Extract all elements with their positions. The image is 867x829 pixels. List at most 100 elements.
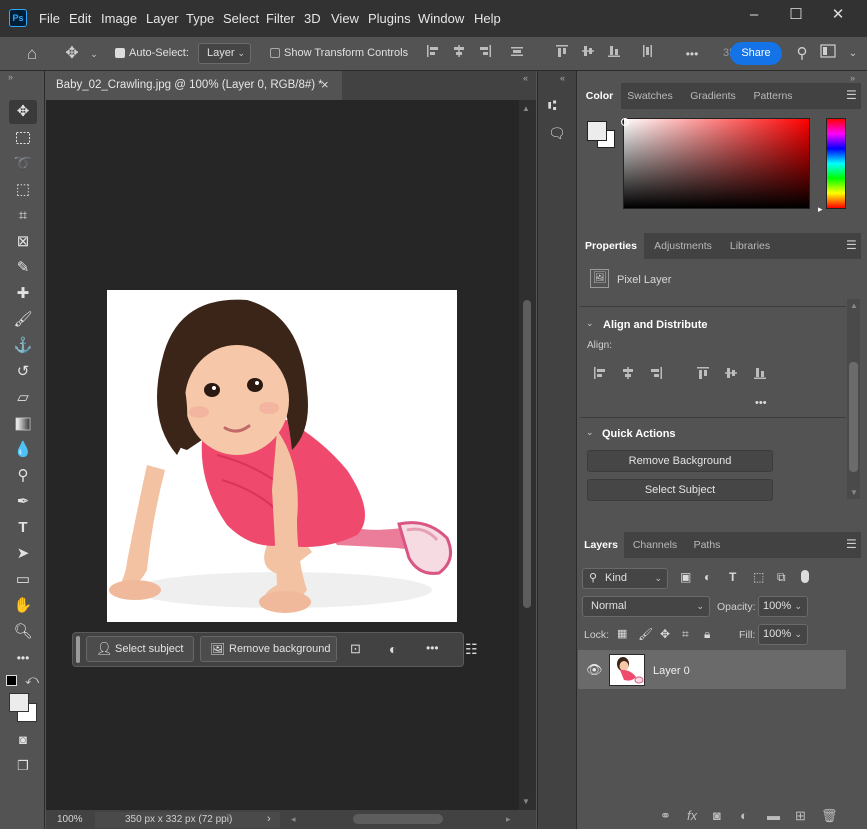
expand-panels-icon[interactable]: « [560, 73, 565, 83]
prop-align-top-icon[interactable] [696, 366, 710, 380]
menu-3d[interactable]: 3D [304, 11, 321, 26]
select-subject-quick-action-button[interactable]: Select Subject [587, 479, 773, 501]
hue-slider-handle-icon[interactable]: ▸ [818, 204, 823, 215]
more-align-options-icon[interactable]: ••• [755, 397, 767, 409]
marquee-tool-icon[interactable] [9, 126, 37, 150]
history-brush-tool-icon[interactable]: ↺ [9, 360, 37, 384]
link-layers-icon[interactable]: ⚭ [660, 808, 671, 824]
move-tool-icon[interactable]: ✥ [9, 100, 37, 124]
filter-toggle-switch[interactable] [801, 570, 809, 583]
document-tab[interactable]: Baby_02_Crawling.jpg @ 100% (Layer 0, RG… [46, 71, 342, 100]
more-actions-icon[interactable]: ••• [426, 641, 439, 655]
clone-stamp-tool-icon[interactable]: ⚓ [9, 334, 37, 358]
menu-help[interactable]: Help [474, 11, 501, 26]
scroll-right-icon[interactable]: ▸ [506, 814, 511, 825]
document-image[interactable] [107, 290, 457, 622]
distribute-horizontal-icon[interactable] [640, 44, 656, 64]
filter-type-icon[interactable]: T [729, 570, 736, 584]
type-tool-icon[interactable]: T [9, 516, 37, 540]
close-window-button[interactable]: ✕ [825, 5, 851, 25]
foreground-color-swatch[interactable] [9, 693, 29, 712]
eraser-tool-icon[interactable]: ▱ [9, 386, 37, 410]
color-panel-menu-icon[interactable]: ☰ [846, 88, 857, 102]
menu-select[interactable]: Select [223, 11, 259, 26]
collapse-toolbar-icon[interactable]: » [8, 72, 13, 82]
layer-name[interactable]: Layer 0 [653, 665, 690, 677]
menu-plugins[interactable]: Plugins [368, 11, 411, 26]
scroll-left-icon[interactable]: ◂ [291, 814, 296, 825]
align-top-edges-icon[interactable] [555, 44, 571, 64]
brush-tool-icon[interactable]: 🖌 [9, 308, 37, 332]
menu-image[interactable]: Image [101, 11, 137, 26]
tab-adjustments[interactable]: Adjustments [646, 233, 720, 259]
menu-edit[interactable]: Edit [69, 11, 91, 26]
visibility-eye-icon[interactable]: 👁︎ [586, 662, 603, 678]
filter-adjustment-icon[interactable]: ◐ [704, 570, 711, 584]
history-panel-icon[interactable]: ⑆ [548, 97, 556, 113]
collapse-right-panels-icon[interactable]: » [850, 73, 855, 83]
crop-tool-icon[interactable]: ⌗ [9, 204, 37, 228]
align-section-title[interactable]: Align and Distribute [603, 319, 708, 331]
move-tool-icon[interactable]: ✥ [62, 44, 82, 64]
color-field[interactable] [623, 118, 810, 209]
status-chevron-icon[interactable]: › [267, 813, 271, 825]
auto-select-target-dropdown[interactable]: Layer ⌄ [198, 43, 251, 64]
tab-properties[interactable]: Properties [578, 233, 644, 259]
prop-align-left-icon[interactable] [593, 366, 607, 380]
tab-paths[interactable]: Paths [686, 532, 728, 558]
filter-pixel-icon[interactable]: ▣ [680, 570, 691, 584]
add-mask-icon[interactable]: ◙ [713, 808, 721, 823]
tab-libraries[interactable]: Libraries [722, 233, 778, 259]
horizontal-scroll-thumb[interactable] [353, 814, 443, 824]
screen-mode-icon[interactable]: ❐ [9, 754, 37, 778]
show-transform-checkbox[interactable] [270, 48, 280, 58]
properties-scroll-thumb[interactable] [849, 362, 858, 472]
filter-shape-icon[interactable]: ⬚ [753, 570, 764, 584]
tab-patterns[interactable]: Patterns [746, 83, 800, 109]
pen-tool-icon[interactable]: ✒ [9, 490, 37, 514]
scroll-down-icon[interactable]: ▼ [522, 797, 530, 806]
color-fg-swatch[interactable] [587, 121, 607, 141]
layer-filter-kind-dropdown[interactable]: ⚲ Kind ⌄ [582, 568, 668, 589]
menu-type[interactable]: Type [186, 11, 214, 26]
menu-filter[interactable]: Filter [266, 11, 295, 26]
quick-actions-chevron-icon[interactable]: ⌄ [586, 427, 594, 438]
lock-image-pixels-icon[interactable]: 🖌︎ [638, 627, 653, 641]
align-left-edges-icon[interactable] [426, 44, 442, 64]
quick-mask-icon[interactable]: ◙ [9, 728, 37, 752]
new-group-icon[interactable]: ▬ [767, 808, 780, 823]
prop-align-bottom-icon[interactable] [753, 366, 767, 380]
lock-transparent-pixels-icon[interactable]: ▦ [617, 627, 627, 640]
align-section-chevron-icon[interactable]: ⌄ [586, 318, 594, 329]
select-subject-button[interactable]: 👤︎ Select subject [86, 636, 194, 662]
align-right-edges-icon[interactable] [478, 44, 494, 64]
share-button[interactable]: Share [730, 42, 782, 65]
zoom-level[interactable]: 100% [57, 814, 83, 825]
scroll-up-icon[interactable]: ▲ [522, 104, 530, 113]
remove-background-quick-action-button[interactable]: Remove Background [587, 450, 773, 472]
frame-tool-icon[interactable]: ⊠ [9, 230, 37, 254]
blend-mode-dropdown[interactable]: Normal ⌄ [582, 596, 710, 617]
fill-input[interactable]: 100% ⌄ [758, 624, 808, 645]
hue-slider[interactable] [826, 118, 846, 209]
lasso-tool-icon[interactable]: ➰ [9, 152, 37, 176]
color-picker-cursor[interactable] [621, 118, 629, 126]
menu-file[interactable]: File [39, 11, 60, 26]
prop-align-center-icon[interactable] [621, 366, 635, 380]
prop-align-right-icon[interactable] [649, 366, 663, 380]
eyedropper-tool-icon[interactable]: ✎ [9, 256, 37, 280]
gradient-tool-icon[interactable] [9, 412, 37, 436]
object-selection-tool-icon[interactable]: ⬚ [9, 178, 37, 202]
menu-window[interactable]: Window [418, 11, 464, 26]
rectangle-tool-icon[interactable]: ▭ [9, 568, 37, 592]
properties-panel-menu-icon[interactable]: ☰ [846, 238, 857, 252]
align-vertical-centers-icon[interactable] [581, 44, 597, 64]
quick-actions-title[interactable]: Quick Actions [602, 428, 676, 440]
opacity-input[interactable]: 100% ⌄ [758, 596, 808, 617]
auto-select-checkbox[interactable] [115, 48, 125, 58]
more-options-icon[interactable]: ••• [681, 44, 703, 64]
adjustment-layer-icon[interactable]: ◐ [389, 641, 397, 657]
properties-scroll-up-icon[interactable]: ▲ [850, 301, 858, 310]
search-icon[interactable]: ⚲ [793, 44, 811, 64]
task-bar-settings-icon[interactable]: ☷ [465, 641, 478, 658]
